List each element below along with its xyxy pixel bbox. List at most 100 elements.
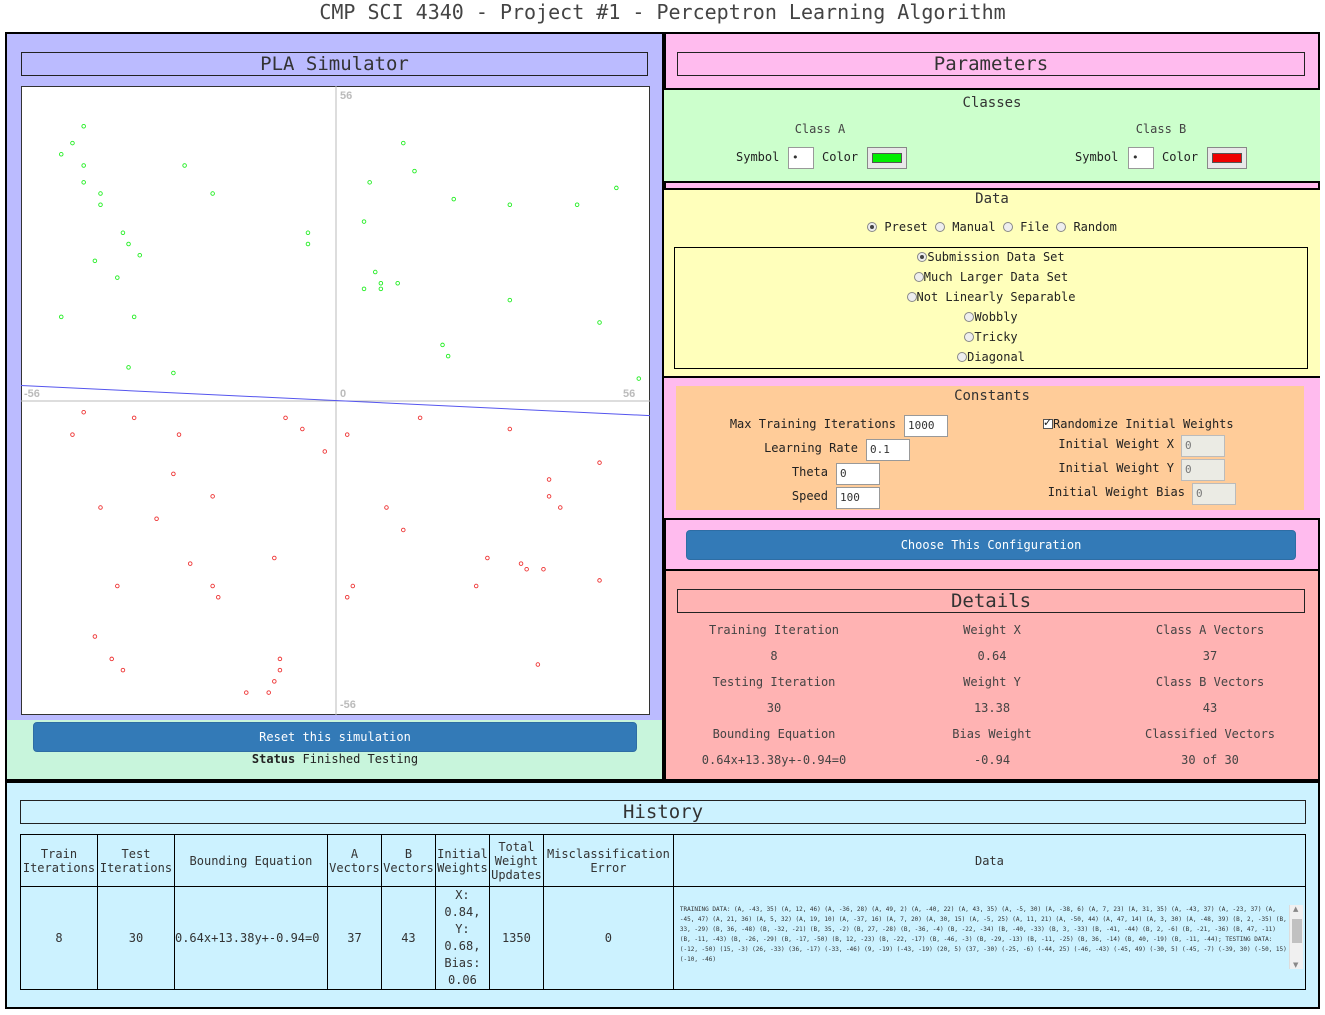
max-iterations-input[interactable]: 1000 bbox=[904, 415, 948, 437]
bounding-equation-value: 0.64x+13.38y+-0.94=0 bbox=[701, 753, 847, 767]
initial-weight-y-input[interactable]: 0 bbox=[1181, 459, 1225, 481]
weight-x-value: 0.64 bbox=[977, 649, 1007, 663]
initial-weight-y-label: Initial Weight Y bbox=[1058, 461, 1174, 475]
class-a-vectors-value: 37 bbox=[1202, 649, 1218, 663]
class-b-name: Class B bbox=[1135, 122, 1187, 136]
y-min-label: -56 bbox=[340, 699, 356, 711]
col-test-iterations: Test Iterations bbox=[96, 834, 175, 887]
preset-list: Submission Data Set Much Larger Data Set… bbox=[674, 247, 1308, 369]
initial-weight-x-label: Initial Weight X bbox=[1058, 437, 1174, 451]
preset-option-larger[interactable]: Much Larger Data Set bbox=[675, 270, 1307, 284]
pla-plot[interactable]: 56 -56 0 56 -56 bbox=[21, 86, 650, 715]
preset-option-submission[interactable]: Submission Data Set bbox=[675, 250, 1307, 264]
randomize-weights-checkbox[interactable] bbox=[1043, 416, 1053, 429]
preset-larger-radio[interactable] bbox=[913, 272, 924, 282]
theta-label: Theta bbox=[791, 465, 828, 479]
weight-y-label: Weight Y bbox=[963, 675, 1021, 689]
scroll-down-arrow[interactable]: ▼ bbox=[1293, 961, 1298, 969]
history-title: History bbox=[20, 800, 1306, 824]
source-preset-radio[interactable] bbox=[867, 222, 878, 232]
initial-weight-x-input[interactable]: 0 bbox=[1181, 435, 1225, 457]
status-value: Finished Testing bbox=[302, 752, 419, 766]
cell-data: TRAINING DATA: (A, -43, 35) (A, 12, 46) … bbox=[672, 886, 1307, 990]
preset-option-diagonal[interactable]: Diagonal bbox=[675, 350, 1307, 364]
col-misclassification-error: Misclassification Error bbox=[542, 834, 674, 887]
testing-iteration-value: 30 bbox=[766, 701, 782, 715]
class-a-vectors-label: Class A Vectors bbox=[1155, 623, 1265, 637]
simulator-title: PLA Simulator bbox=[21, 52, 648, 76]
status-row: Status Finished Testing bbox=[0, 752, 670, 766]
class-b-color-label: Color bbox=[1162, 150, 1199, 164]
details-title: Details bbox=[677, 589, 1305, 613]
cell-total-weight-updates: 1350 bbox=[488, 886, 544, 990]
history-header-row: Train Iterations Test Iterations Boundin… bbox=[20, 834, 1307, 887]
class-b-vectors-label: Class B Vectors bbox=[1155, 675, 1265, 689]
data-source-group: Preset Manual File Random bbox=[664, 220, 1320, 234]
theta-input[interactable]: 0 bbox=[836, 463, 880, 485]
classes-title: Classes bbox=[962, 95, 1022, 111]
class-a-color-label: Color bbox=[822, 150, 859, 164]
initial-weight-bias-input[interactable]: 0 bbox=[1192, 483, 1236, 505]
col-bounding-equation: Bounding Equation bbox=[173, 834, 328, 887]
col-a-vectors: A Vectors bbox=[326, 834, 382, 887]
cell-misclassification-error: 0 bbox=[542, 886, 674, 990]
cell-bounding-equation: 0.64x+13.38y+-0.94=0 bbox=[173, 886, 328, 990]
origin-label: 0 bbox=[340, 388, 346, 400]
bias-weight-value: -0.94 bbox=[973, 753, 1011, 767]
history-table: Train Iterations Test Iterations Boundin… bbox=[20, 834, 1307, 990]
source-file-option[interactable]: File bbox=[1002, 220, 1049, 234]
weight-y-value: 13.38 bbox=[973, 701, 1011, 715]
preset-submission-radio[interactable] bbox=[917, 252, 928, 262]
preset-diagonal-radio[interactable] bbox=[957, 352, 968, 362]
data-text[interactable]: TRAINING DATA: (A, -43, 35) (A, 12, 46) … bbox=[680, 905, 1288, 969]
source-manual-radio[interactable] bbox=[935, 222, 946, 232]
training-iteration-value: 8 bbox=[770, 649, 778, 663]
choose-configuration-button[interactable]: Choose This Configuration bbox=[686, 530, 1296, 560]
class-b-symbol-input[interactable]: • bbox=[1128, 147, 1154, 169]
testing-iteration-label: Testing Iteration bbox=[712, 675, 836, 689]
preset-option-tricky[interactable]: Tricky bbox=[675, 330, 1307, 344]
classified-vectors-value: 30 of 30 bbox=[1181, 753, 1239, 767]
max-iterations-label: Max Training Iterations bbox=[729, 417, 896, 431]
constants-title: Constants bbox=[954, 388, 1030, 404]
class-a-symbol-input[interactable]: • bbox=[788, 147, 814, 169]
classified-vectors-label: Classified Vectors bbox=[1144, 727, 1276, 741]
scroll-up-arrow[interactable]: ▲ bbox=[1293, 905, 1298, 913]
bias-weight-label: Bias Weight bbox=[952, 727, 1032, 741]
randomize-weights-option[interactable]: Randomize Initial Weights bbox=[1043, 416, 1234, 431]
learning-rate-input[interactable]: 0.1 bbox=[866, 439, 910, 461]
class-b-color-swatch bbox=[1212, 153, 1242, 163]
class-a-color-picker[interactable] bbox=[867, 147, 907, 169]
preset-option-not-separable[interactable]: Not Linearly Separable bbox=[675, 290, 1307, 304]
class-a-name: Class A bbox=[794, 122, 846, 136]
page-title: CMP SCI 4340 - Project #1 - Perceptron L… bbox=[319, 0, 1006, 24]
weight-x-label: Weight X bbox=[963, 623, 1021, 637]
x-min-label: -56 bbox=[24, 388, 40, 400]
source-manual-option[interactable]: Manual bbox=[935, 220, 996, 234]
col-b-vectors: B Vectors bbox=[380, 834, 436, 887]
preset-wobbly-radio[interactable] bbox=[964, 312, 975, 322]
preset-not-separable-radio[interactable] bbox=[906, 292, 917, 302]
data-title: Data bbox=[975, 191, 1009, 207]
preset-option-wobbly[interactable]: Wobbly bbox=[675, 310, 1307, 324]
reset-simulation-button[interactable]: Reset this simulation bbox=[33, 722, 637, 752]
parameters-title: Parameters bbox=[677, 52, 1305, 76]
cell-train-iterations: 8 bbox=[20, 886, 98, 990]
x-max-label: 56 bbox=[623, 388, 635, 400]
initial-weight-bias-label: Initial Weight Bias bbox=[1047, 485, 1185, 499]
source-random-radio[interactable] bbox=[1056, 222, 1067, 232]
source-preset-option[interactable]: Preset bbox=[867, 220, 928, 234]
class-b-color-picker[interactable] bbox=[1207, 147, 1247, 169]
source-file-radio[interactable] bbox=[1002, 222, 1013, 232]
cell-b-vectors: 43 bbox=[380, 886, 436, 990]
speed-input[interactable]: 100 bbox=[836, 487, 880, 509]
randomize-weights-label: Randomize Initial Weights bbox=[1053, 417, 1234, 431]
preset-tricky-radio[interactable] bbox=[964, 332, 975, 342]
class-a-symbol-label: Symbol bbox=[736, 150, 780, 164]
source-random-option[interactable]: Random bbox=[1056, 220, 1117, 234]
data-scrollbar[interactable]: ▲ ▼ bbox=[1289, 905, 1303, 969]
col-initial-weights: Initial Weights bbox=[434, 834, 490, 887]
scroll-thumb[interactable] bbox=[1292, 919, 1302, 943]
cell-initial-weights: X: 0.84, Y: 0.68, Bias: 0.06 bbox=[434, 886, 490, 990]
class-b-symbol-label: Symbol bbox=[1075, 150, 1119, 164]
